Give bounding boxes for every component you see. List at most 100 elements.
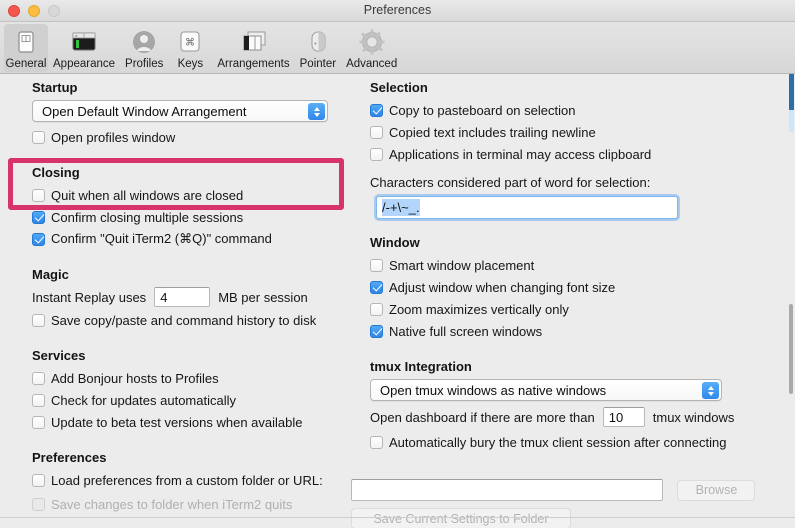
check-updates-checkbox[interactable] bbox=[32, 393, 45, 407]
toolbar-label-appearance: Appearance bbox=[53, 58, 116, 70]
toolbar-label-arrangements: Arrangements bbox=[217, 58, 290, 70]
open-profiles-window-row[interactable]: Open profiles window bbox=[32, 127, 350, 147]
toolbar-item-general[interactable]: General bbox=[4, 24, 48, 72]
confirm-closing-sessions-checkbox[interactable] bbox=[32, 210, 45, 224]
load-prefs-label: Load preferences from a custom folder or… bbox=[51, 472, 323, 488]
word-chars-input[interactable]: /-+\~_. bbox=[376, 196, 678, 219]
tmux-bury-checkbox[interactable] bbox=[370, 435, 383, 449]
copy-pasteboard-row[interactable]: Copy to pasteboard on selection bbox=[370, 100, 780, 120]
advanced-icon bbox=[356, 27, 388, 57]
confirm-quit-label: Confirm "Quit iTerm2 (⌘Q)" command bbox=[51, 231, 272, 246]
trailing-newline-checkbox[interactable] bbox=[370, 125, 383, 139]
open-profiles-window-checkbox[interactable] bbox=[32, 130, 45, 144]
tmux-dashboard-value: 10 bbox=[608, 409, 624, 425]
save-history-checkbox[interactable] bbox=[32, 313, 45, 327]
profiles-icon bbox=[128, 27, 160, 57]
zoom-vertically-checkbox[interactable] bbox=[370, 302, 383, 316]
browse-button[interactable]: Browse bbox=[677, 479, 756, 501]
confirm-closing-sessions-row[interactable]: Confirm closing multiple sessions bbox=[32, 207, 350, 227]
bonjour-hosts-label: Add Bonjour hosts to Profiles bbox=[51, 370, 219, 386]
toolbar-item-advanced[interactable]: Advanced bbox=[341, 24, 402, 72]
tmux-dashboard-suffix: tmux windows bbox=[652, 409, 735, 425]
selection-title: Selection bbox=[370, 80, 428, 95]
selection-section: Selection Copy to pasteboard on selectio… bbox=[370, 80, 780, 219]
prefs-path-input[interactable] bbox=[351, 479, 663, 501]
toolbar-item-profiles[interactable]: Profiles bbox=[120, 24, 168, 72]
access-clipboard-checkbox[interactable] bbox=[370, 147, 383, 161]
startup-select[interactable]: Open Default Window Arrangement bbox=[32, 100, 328, 122]
zoom-vertically-row[interactable]: Zoom maximizes vertically only bbox=[370, 299, 780, 319]
toolbar-item-keys[interactable]: ⌘ Keys bbox=[168, 24, 212, 72]
check-updates-row[interactable]: Check for updates automatically bbox=[32, 390, 350, 410]
copy-pasteboard-label: Copy to pasteboard on selection bbox=[389, 102, 576, 118]
instant-replay-row: Instant Replay uses 4 MB per session bbox=[32, 287, 350, 307]
toolbar-label-advanced: Advanced bbox=[346, 58, 398, 70]
trailing-newline-row[interactable]: Copied text includes trailing newline bbox=[370, 122, 780, 142]
beta-versions-label: Update to beta test versions when availa… bbox=[51, 414, 303, 430]
toolbar-item-arrangements[interactable]: Arrangements bbox=[212, 24, 294, 72]
native-fullscreen-label: Native full screen windows bbox=[389, 323, 543, 339]
right-column: Selection Copy to pasteboard on selectio… bbox=[370, 80, 780, 454]
quit-all-windows-row[interactable]: Quit when all windows are closed bbox=[32, 185, 350, 205]
titlebar: Preferences bbox=[0, 0, 795, 22]
tmux-title: tmux Integration bbox=[370, 359, 472, 374]
startup-title: Startup bbox=[32, 80, 78, 95]
tmux-bury-row[interactable]: Automatically bury the tmux client sessi… bbox=[370, 432, 780, 452]
copy-pasteboard-checkbox[interactable] bbox=[370, 103, 383, 117]
smart-window-placement-checkbox[interactable] bbox=[370, 258, 383, 272]
arrangements-icon bbox=[238, 27, 270, 57]
toolbar-label-general: General bbox=[5, 58, 47, 70]
startup-section: Startup Open Default Window Arrangement … bbox=[14, 80, 350, 147]
confirm-closing-sessions-label: Confirm closing multiple sessions bbox=[51, 209, 244, 225]
beta-versions-checkbox[interactable] bbox=[32, 415, 45, 429]
left-column: Startup Open Default Window Arrangement … bbox=[14, 80, 350, 516]
bonjour-hosts-row[interactable]: Add Bonjour hosts to Profiles bbox=[32, 368, 350, 388]
load-prefs-row[interactable]: Load preferences from a custom folder or… bbox=[32, 470, 350, 490]
closing-section: Closing Quit when all windows are closed… bbox=[14, 165, 350, 249]
adjust-window-font-row[interactable]: Adjust window when changing font size bbox=[370, 277, 780, 297]
adjust-window-font-checkbox[interactable] bbox=[370, 280, 383, 294]
instant-replay-suffix: MB per session bbox=[218, 289, 308, 305]
tmux-dashboard-input[interactable]: 10 bbox=[602, 407, 645, 427]
keys-icon: ⌘ bbox=[174, 27, 206, 57]
bonjour-hosts-checkbox[interactable] bbox=[32, 371, 45, 385]
magic-section: Magic Instant Replay uses 4 MB per sessi… bbox=[14, 267, 350, 330]
window-title: Preferences bbox=[363, 3, 432, 17]
native-fullscreen-row[interactable]: Native full screen windows bbox=[370, 321, 780, 341]
native-fullscreen-checkbox[interactable] bbox=[370, 324, 383, 338]
tmux-bury-label: Automatically bury the tmux client sessi… bbox=[389, 434, 727, 450]
access-clipboard-label: Applications in terminal may access clip… bbox=[389, 146, 652, 162]
load-prefs-checkbox[interactable] bbox=[32, 473, 45, 487]
tmux-select-value: Open tmux windows as native windows bbox=[380, 382, 607, 398]
open-profiles-window-label: Open profiles window bbox=[51, 129, 176, 145]
preferences-section: Preferences Load preferences from a cust… bbox=[14, 450, 350, 514]
access-clipboard-row[interactable]: Applications in terminal may access clip… bbox=[370, 144, 780, 164]
preferences-window: Preferences General >_ Appearance Profil… bbox=[0, 0, 795, 528]
preferences-content: Startup Open Default Window Arrangement … bbox=[0, 74, 795, 528]
confirm-quit-checkbox[interactable] bbox=[32, 232, 45, 246]
toolbar-item-appearance[interactable]: >_ Appearance bbox=[48, 24, 120, 72]
quit-all-windows-checkbox[interactable] bbox=[32, 188, 45, 202]
pointer-icon bbox=[302, 27, 334, 57]
instant-replay-prefix: Instant Replay uses bbox=[32, 289, 147, 305]
save-settings-row: Save Current Settings to Folder bbox=[351, 508, 571, 528]
magic-title: Magic bbox=[32, 267, 69, 282]
scrollbar-highlight bbox=[789, 110, 794, 132]
save-current-settings-button[interactable]: Save Current Settings to Folder bbox=[351, 508, 571, 528]
check-updates-label: Check for updates automatically bbox=[51, 392, 236, 408]
scrollbar-thumb[interactable] bbox=[789, 304, 793, 394]
svg-text:>_: >_ bbox=[75, 34, 81, 39]
tmux-select[interactable]: Open tmux windows as native windows bbox=[370, 379, 722, 401]
content-scrollbar[interactable] bbox=[789, 74, 794, 528]
general-icon bbox=[10, 27, 42, 57]
tmux-dashboard-prefix: Open dashboard if there are more than bbox=[370, 409, 595, 425]
save-history-row[interactable]: Save copy/paste and command history to d… bbox=[32, 310, 350, 330]
beta-versions-row[interactable]: Update to beta test versions when availa… bbox=[32, 412, 350, 432]
confirm-quit-row[interactable]: Confirm "Quit iTerm2 (⌘Q)" command bbox=[32, 229, 350, 249]
toolbar-label-profiles: Profiles bbox=[125, 58, 164, 70]
toolbar-item-pointer[interactable]: Pointer bbox=[295, 24, 341, 72]
instant-replay-input[interactable]: 4 bbox=[154, 287, 211, 307]
preferences-toolbar: General >_ Appearance Profiles ⌘ Keys Ar… bbox=[0, 22, 795, 74]
smart-window-placement-row[interactable]: Smart window placement bbox=[370, 255, 780, 275]
startup-select-value: Open Default Window Arrangement bbox=[42, 103, 247, 119]
